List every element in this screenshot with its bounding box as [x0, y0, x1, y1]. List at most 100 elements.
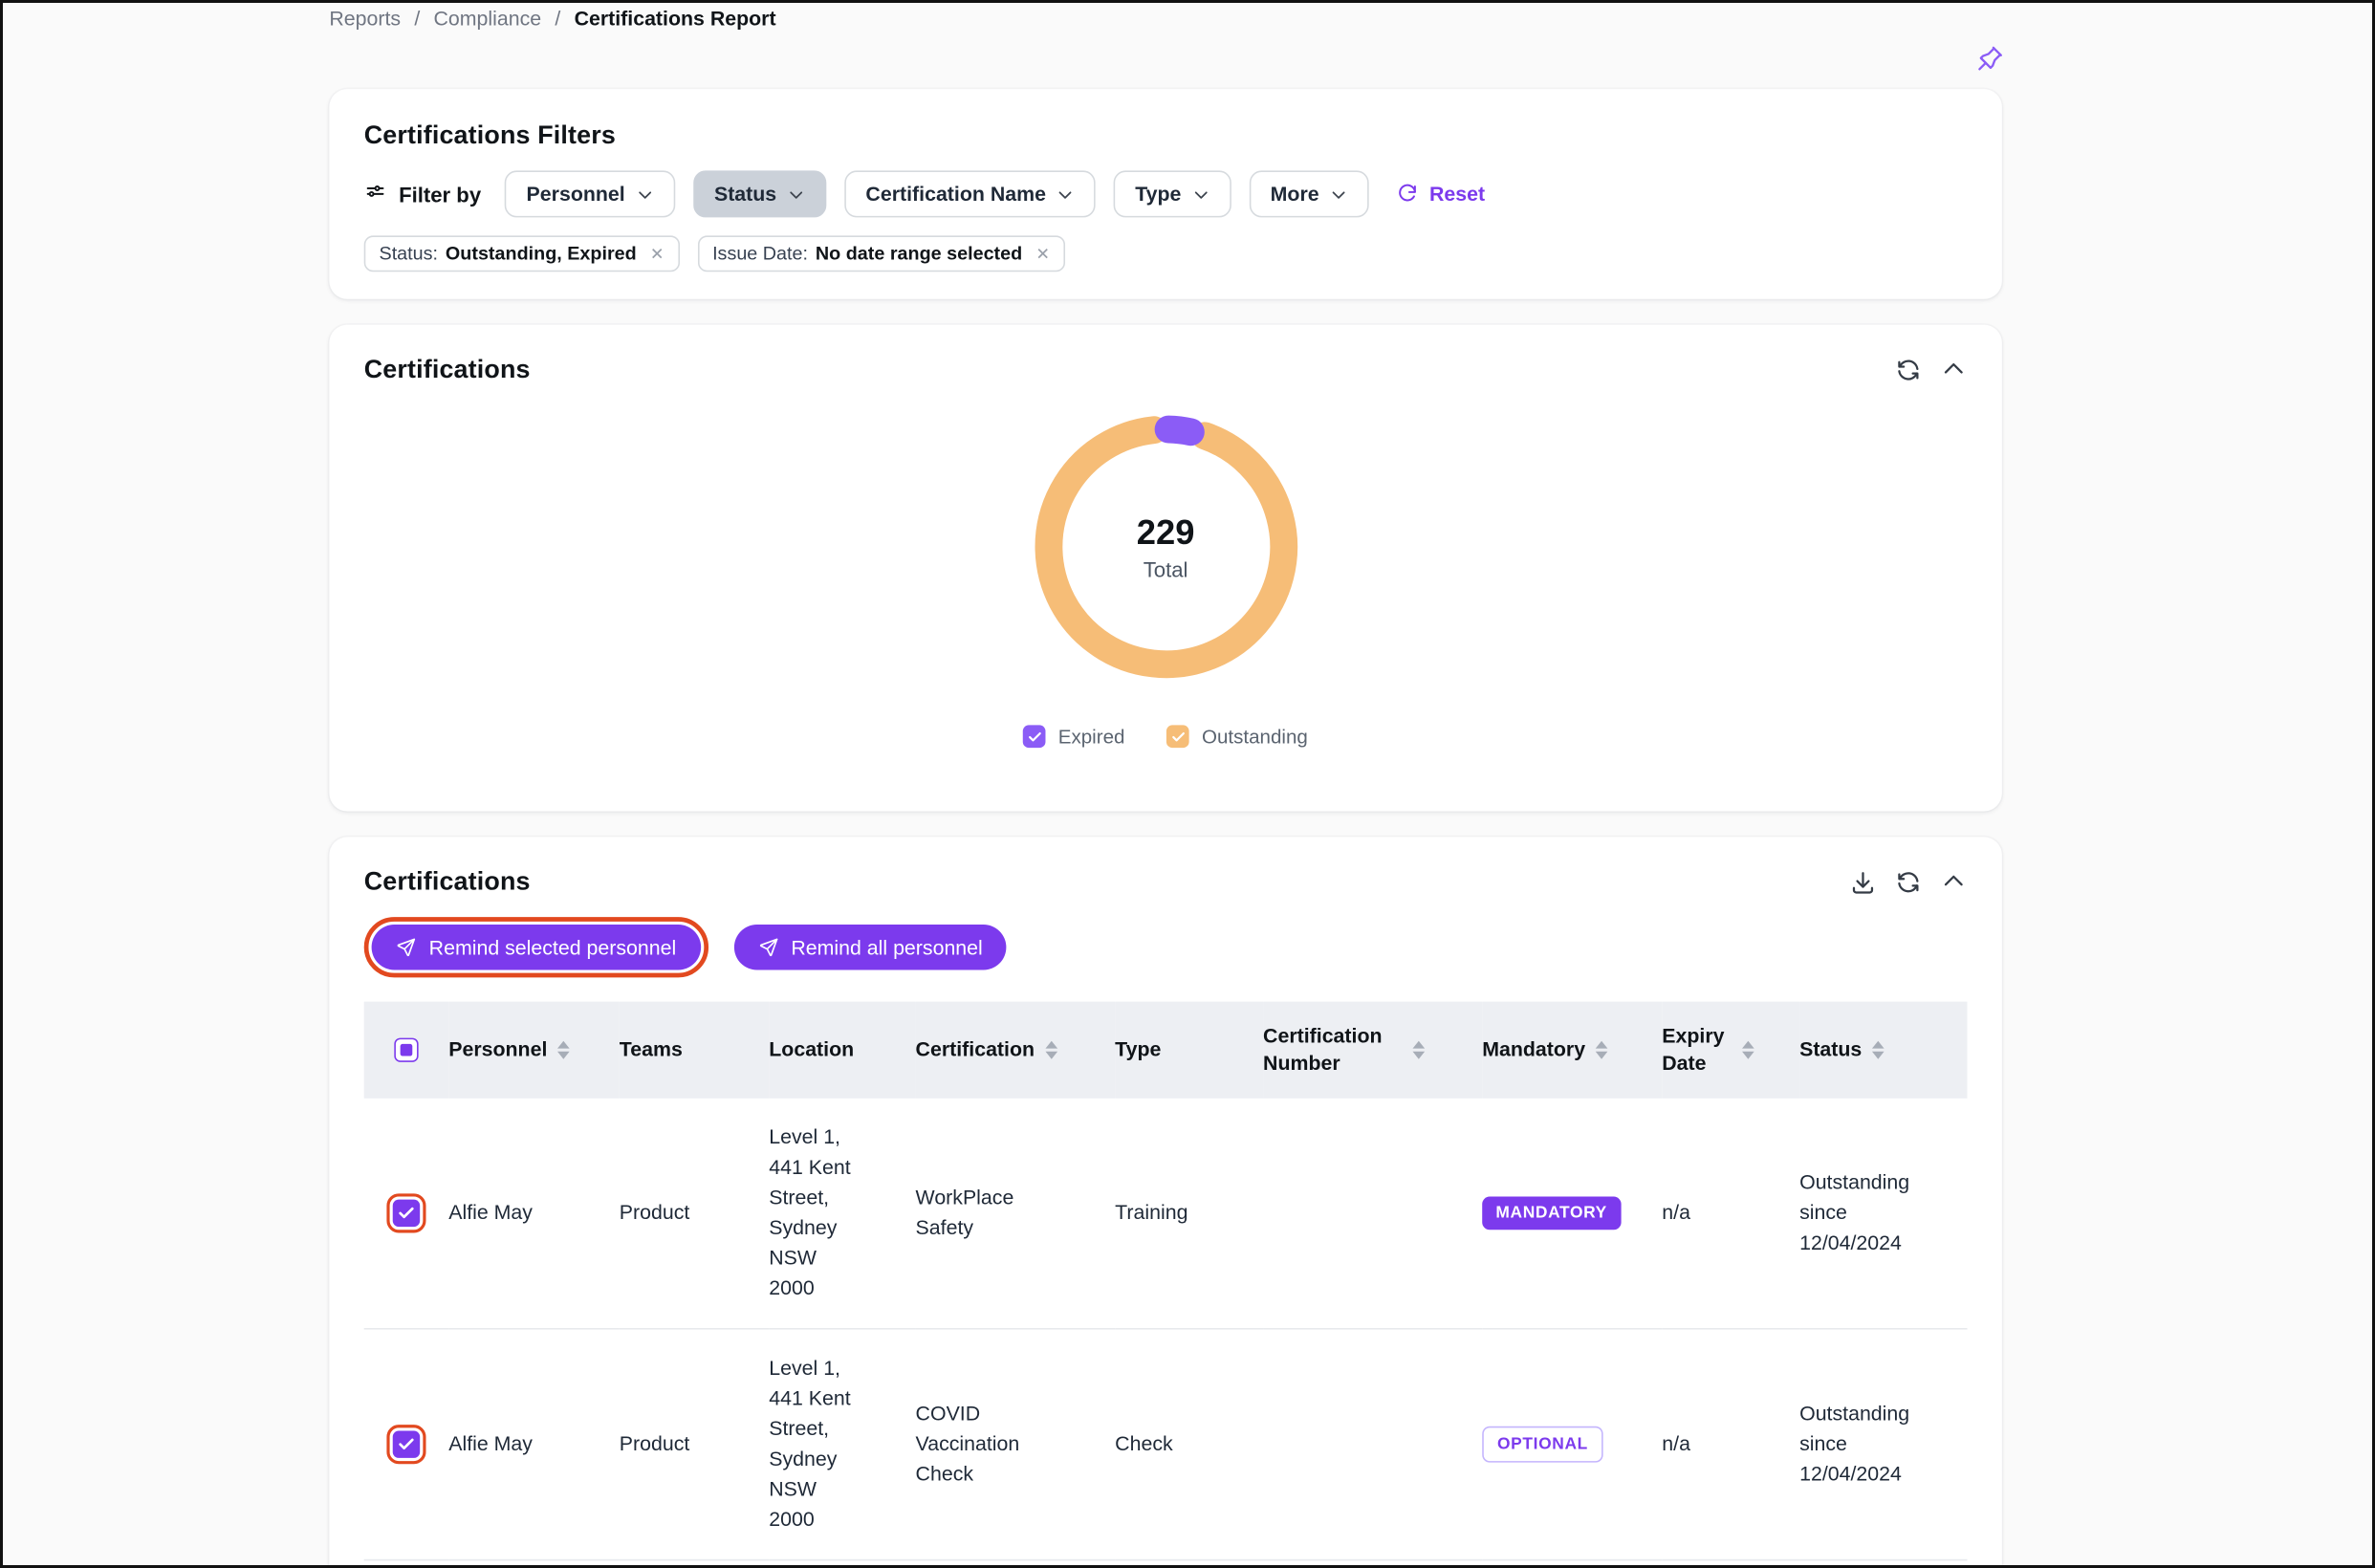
column-header-personnel[interactable]: Personnel — [448, 1002, 620, 1099]
close-icon[interactable]: ✕ — [650, 244, 665, 264]
row-checkbox[interactable] — [393, 1430, 420, 1457]
cell-mandatory: OPTIONAL — [1482, 1329, 1662, 1560]
check-icon — [397, 1435, 415, 1453]
cell-expiry-date: n/a — [1662, 1099, 1799, 1329]
sort-icon — [557, 1041, 570, 1059]
mandatory-badge: MANDATORY — [1482, 1197, 1621, 1230]
reset-icon — [1396, 183, 1419, 206]
breadcrumb-reports[interactable]: Reports — [329, 8, 401, 31]
chevron-down-icon — [1057, 185, 1075, 203]
send-icon — [758, 937, 779, 958]
highlight-ring — [386, 1425, 425, 1464]
breadcrumb-compliance[interactable]: Compliance — [433, 8, 541, 31]
certifications-table: Personnel Teams Location Certification T… — [364, 1002, 1968, 1561]
highlight-ring — [386, 1193, 425, 1232]
donut-total-label: Total — [1144, 557, 1188, 581]
breadcrumb-separator: / — [414, 8, 420, 31]
cell-certification-number — [1263, 1329, 1482, 1560]
column-header-teams: Teams — [620, 1002, 769, 1099]
filters-title: Certifications Filters — [364, 120, 1968, 151]
close-icon[interactable]: ✕ — [1035, 244, 1050, 264]
row-checkbox-cell — [364, 1329, 449, 1560]
sort-icon — [1596, 1041, 1608, 1059]
column-header-certification-number[interactable]: Certification Number — [1263, 1002, 1482, 1099]
filter-chip-issue-date: Issue Date: No date range selected ✕ — [697, 235, 1065, 272]
table-row: Alfie May Product Level 1, 441 Kent Stre… — [364, 1329, 1968, 1560]
column-header-location: Location — [769, 1002, 915, 1099]
cell-location: Level 1, 441 Kent Street, Sydney NSW 200… — [769, 1099, 915, 1329]
filter-by-label: Filter by — [364, 182, 481, 206]
page: Reports / Compliance / Certifications Re… — [3, 3, 2372, 1567]
select-all-header-cell — [364, 1002, 449, 1099]
check-icon — [397, 1204, 415, 1222]
sort-icon — [1413, 1041, 1426, 1059]
cell-certification: COVID Vaccination Check — [916, 1329, 1116, 1560]
breadcrumb: Reports / Compliance / Certifications Re… — [329, 8, 775, 31]
reset-filters-button[interactable]: Reset — [1396, 183, 1485, 206]
optional-badge: OPTIONAL — [1482, 1426, 1603, 1463]
cell-location: Level 1, 441 Kent Street, Sydney NSW 200… — [769, 1329, 915, 1560]
cell-certification-number — [1263, 1099, 1482, 1329]
column-header-certification[interactable]: Certification — [916, 1002, 1116, 1099]
table-header-row: Personnel Teams Location Certification T… — [364, 1002, 1968, 1099]
screenshot-frame: Reports / Compliance / Certifications Re… — [0, 0, 2375, 1568]
filter-button-personnel[interactable]: Personnel — [505, 170, 674, 217]
refresh-icon[interactable] — [1895, 357, 1922, 383]
remind-all-personnel-button[interactable]: Remind all personnel — [733, 925, 1007, 969]
donut-center: 229 Total — [1020, 402, 1310, 691]
filter-button-status[interactable]: Status — [693, 170, 826, 217]
send-icon — [396, 937, 417, 958]
column-header-mandatory[interactable]: Mandatory — [1482, 1002, 1662, 1099]
cell-personnel: Alfie May — [448, 1099, 620, 1329]
chevron-down-icon — [1191, 185, 1209, 203]
check-icon — [1027, 729, 1042, 744]
collapse-icon[interactable] — [1940, 357, 1967, 383]
chevron-down-icon — [787, 185, 805, 203]
select-all-checkbox[interactable] — [394, 1038, 418, 1062]
chevron-down-icon — [636, 185, 654, 203]
cell-mandatory: MANDATORY — [1482, 1099, 1662, 1329]
filter-button-certification-name[interactable]: Certification Name — [844, 170, 1096, 217]
certifications-chart-card: Certifications 229 Total — [329, 325, 2002, 812]
legend-checkbox-outstanding[interactable] — [1167, 725, 1190, 748]
filter-button-more[interactable]: More — [1250, 170, 1369, 217]
chart-legend: Expired Outstanding — [1023, 725, 1307, 748]
filter-button-type[interactable]: Type — [1114, 170, 1231, 217]
cell-teams: Product — [620, 1329, 769, 1560]
cell-type: Training — [1115, 1099, 1263, 1329]
filters-card: Certifications Filters Filter by Personn… — [329, 89, 2002, 299]
table-row: Alfie May Product Level 1, 441 Kent Stre… — [364, 1099, 1968, 1329]
adjustments-icon — [364, 183, 387, 206]
certifications-table-card: Certifications Remind selected personnel — [329, 837, 2002, 1568]
refresh-icon[interactable] — [1895, 869, 1922, 896]
breadcrumb-separator: / — [555, 8, 560, 31]
chevron-down-icon — [1330, 185, 1348, 203]
legend-item-outstanding: Outstanding — [1167, 725, 1308, 748]
table-card-title: Certifications — [364, 867, 531, 898]
pin-icon[interactable] — [1973, 42, 2007, 76]
legend-item-expired: Expired — [1023, 725, 1124, 748]
active-filter-chips: Status: Outstanding, Expired ✕ Issue Dat… — [364, 235, 1968, 272]
row-checkbox[interactable] — [393, 1200, 420, 1227]
cell-certification: WorkPlace Safety — [916, 1099, 1116, 1329]
column-header-expiry-date[interactable]: Expiry Date — [1662, 1002, 1799, 1099]
cell-teams: Product — [620, 1099, 769, 1329]
collapse-icon[interactable] — [1940, 869, 1967, 896]
column-header-type: Type — [1115, 1002, 1263, 1099]
breadcrumb-current-page: Certifications Report — [575, 8, 776, 31]
check-icon — [1171, 729, 1187, 744]
highlight-ring: Remind selected personnel — [364, 917, 708, 977]
donut-total-value: 229 — [1137, 512, 1195, 554]
remind-selected-personnel-button[interactable]: Remind selected personnel — [372, 925, 701, 969]
cell-expiry-date: n/a — [1662, 1329, 1799, 1560]
sort-icon — [1742, 1041, 1754, 1059]
cell-personnel: Alfie May — [448, 1329, 620, 1560]
legend-checkbox-expired[interactable] — [1023, 725, 1046, 748]
download-icon[interactable] — [1849, 869, 1876, 896]
sort-icon — [1045, 1041, 1057, 1059]
cell-type: Check — [1115, 1329, 1263, 1560]
filter-chip-status: Status: Outstanding, Expired ✕ — [364, 235, 680, 272]
row-checkbox-cell — [364, 1099, 449, 1329]
column-header-status[interactable]: Status — [1799, 1002, 1967, 1099]
filters-row: Filter by Personnel Status Certification… — [364, 170, 1968, 217]
